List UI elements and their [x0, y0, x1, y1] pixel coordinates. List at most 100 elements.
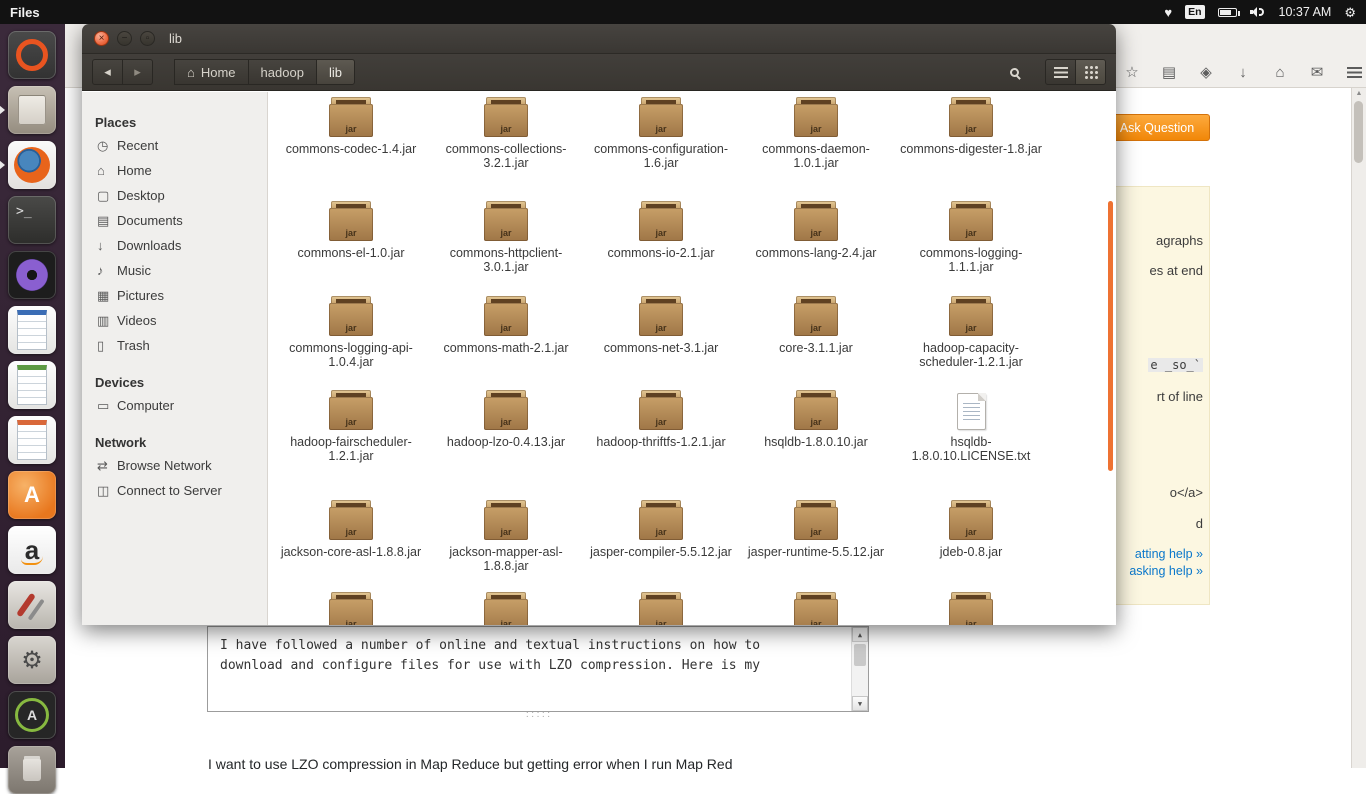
list-view-button[interactable]	[1045, 59, 1076, 85]
file-item[interactable]: jar	[276, 588, 426, 625]
help-text-fragment[interactable]: asking help »	[1129, 564, 1203, 578]
file-item[interactable]: jar commons-logging-1.1.1.jar	[896, 197, 1046, 292]
file-item[interactable]: jar hadoop-fairscheduler-1.2.1.jar	[276, 386, 426, 496]
battery-icon[interactable]	[1217, 7, 1240, 17]
launcher-libreoffice-impress[interactable]	[8, 416, 56, 464]
launcher-firefox[interactable]	[0, 141, 56, 189]
menu-icon[interactable]	[1342, 60, 1366, 84]
launcher-software-center[interactable]: A	[8, 471, 56, 519]
sidebar-item-videos[interactable]: ▥ Videos	[82, 308, 267, 333]
downloads-icon[interactable]: ↓	[1231, 60, 1255, 84]
file-label: jasper-compiler-5.5.12.jar	[590, 545, 732, 559]
sidebar-item-icon: ▯	[97, 337, 105, 353]
file-item[interactable]: jar	[431, 588, 581, 625]
sidebar-item-desktop[interactable]: ▢ Desktop	[82, 183, 267, 208]
sidebar-item-recent[interactable]: ◷ Recent	[82, 133, 267, 158]
overlay-scrollbar[interactable]	[1108, 201, 1113, 471]
back-button[interactable]: ◂	[92, 59, 123, 85]
minimize-button[interactable]: −	[117, 31, 132, 46]
file-item[interactable]: jar commons-el-1.0.jar	[276, 197, 426, 292]
textarea-scrollbar-thumb[interactable]	[854, 644, 866, 666]
launcher-libreoffice-calc[interactable]	[8, 361, 56, 409]
page-scrollbar-thumb[interactable]	[1354, 101, 1363, 163]
reading-list-icon[interactable]: ▤	[1157, 60, 1181, 84]
file-icon: jar	[329, 93, 373, 137]
file-item[interactable]: jar hsqldb-1.8.0.10.LICENSE.txt	[896, 386, 1046, 496]
file-item[interactable]: jar commons-digester-1.8.jar	[896, 93, 1046, 197]
search-button[interactable]	[999, 59, 1029, 85]
app-menu-files[interactable]: Files	[10, 5, 40, 20]
file-item[interactable]: jar	[896, 588, 1046, 625]
keyboard-layout-indicator[interactable]: En	[1185, 4, 1205, 20]
sidebar-item-documents[interactable]: ▤ Documents	[82, 208, 267, 233]
file-item[interactable]: jar jackson-core-asl-1.8.8.jar	[276, 496, 426, 588]
forward-button[interactable]: ▸	[122, 59, 153, 85]
breadcrumb-home[interactable]: ⌂ Home	[174, 59, 249, 85]
file-item[interactable]: jar hadoop-thriftfs-1.2.1.jar	[586, 386, 736, 496]
file-item[interactable]: jar commons-daemon-1.0.1.jar	[741, 93, 891, 197]
file-item[interactable]: jar hsqldb-1.8.0.10.jar	[741, 386, 891, 496]
file-item[interactable]: jar jackson-mapper-asl-1.8.8.jar	[431, 496, 581, 588]
sidebar-item-connect-to-server[interactable]: ◫ Connect to Server	[82, 478, 267, 503]
launcher-libreoffice-writer[interactable]	[8, 306, 56, 354]
sidebar-item-browse-network[interactable]: ⇄ Browse Network	[82, 453, 267, 478]
file-item[interactable]: jar hadoop-lzo-0.4.13.jar	[431, 386, 581, 496]
launcher-terminal[interactable]: >_	[8, 196, 56, 244]
sidebar-item-icon: ◷	[97, 137, 109, 153]
sidebar-item-computer[interactable]: ▭ Computer	[82, 393, 267, 418]
launcher-trash[interactable]	[8, 746, 56, 794]
file-item[interactable]: jar commons-collections-3.2.1.jar	[431, 93, 581, 197]
launcher-system-settings[interactable]: ⚙	[8, 636, 56, 684]
file-item[interactable]: jar commons-io-2.1.jar	[586, 197, 736, 292]
file-item[interactable]: jar core-3.1.1.jar	[741, 292, 891, 386]
question-body-textarea[interactable]: I have followed a number of online and t…	[207, 626, 869, 712]
sound-icon[interactable]	[1249, 6, 1266, 18]
home-icon[interactable]: ⌂	[1268, 60, 1292, 84]
file-item[interactable]: jar commons-math-2.1.jar	[431, 292, 581, 386]
file-item[interactable]: jar commons-logging-api-1.0.4.jar	[276, 292, 426, 386]
launcher-software-updater[interactable]: A	[8, 691, 56, 739]
page-scrollbar[interactable]: ▲	[1351, 88, 1366, 768]
launcher-amazon[interactable]: a	[8, 526, 56, 574]
launcher-dash-home[interactable]	[8, 31, 56, 79]
file-item[interactable]: jar commons-net-3.1.jar	[586, 292, 736, 386]
sync-indicator-icon[interactable]: ♥	[1164, 6, 1172, 19]
help-text-fragment[interactable]: atting help »	[1135, 547, 1203, 561]
launcher-files[interactable]	[0, 86, 56, 134]
sidebar-item-pictures[interactable]: ▦ Pictures	[82, 283, 267, 308]
file-item[interactable]: jar jasper-runtime-5.5.12.jar	[741, 496, 891, 588]
sidebar-item-trash[interactable]: ▯ Trash	[82, 333, 267, 358]
file-item[interactable]: jar commons-httpclient-3.0.1.jar	[431, 197, 581, 292]
launcher-tweak-tool[interactable]	[8, 581, 56, 629]
session-gear-icon[interactable]: ⚙	[1344, 6, 1356, 19]
bookmark-star-icon[interactable]: ☆	[1120, 60, 1144, 84]
sidebar-item-downloads[interactable]: ↓ Downloads	[82, 233, 267, 258]
scroll-down-button[interactable]: ▼	[852, 696, 868, 711]
file-item[interactable]: jar commons-configuration-1.6.jar	[586, 93, 736, 197]
launcher-media-player[interactable]	[8, 251, 56, 299]
breadcrumb-hadoop[interactable]: hadoop	[247, 59, 317, 85]
bookmarks-icon[interactable]: ◈	[1194, 60, 1218, 84]
maximize-button[interactable]: ▫	[140, 31, 155, 46]
file-item[interactable]: jar commons-codec-1.4.jar	[276, 93, 426, 197]
grid-view-button[interactable]	[1075, 59, 1106, 85]
messaging-icon[interactable]: ✉	[1305, 60, 1329, 84]
scroll-up-arrow-icon[interactable]: ▲	[1352, 90, 1366, 97]
launcher-glyph	[8, 141, 56, 189]
window-titlebar[interactable]: × − ▫ lib	[82, 24, 1116, 54]
file-item[interactable]: jar hadoop-capacity-scheduler-1.2.1.jar	[896, 292, 1046, 386]
sidebar-item-home[interactable]: ⌂ Home	[82, 158, 267, 183]
clock[interactable]: 10:37 AM	[1279, 5, 1332, 19]
textarea-scrollbar[interactable]: ▲ ▼	[851, 627, 868, 711]
textarea-resize-grip[interactable]: ····· ·····	[524, 708, 554, 722]
file-item[interactable]: jar jdeb-0.8.jar	[896, 496, 1046, 588]
sidebar-item-music[interactable]: ♪ Music	[82, 258, 267, 283]
breadcrumb-lib[interactable]: lib	[315, 59, 355, 85]
close-button[interactable]: ×	[94, 31, 109, 46]
file-item[interactable]: jar	[586, 588, 736, 625]
file-item[interactable]: jar commons-lang-2.4.jar	[741, 197, 891, 292]
scroll-up-button[interactable]: ▲	[852, 627, 868, 642]
file-item[interactable]: jar jasper-compiler-5.5.12.jar	[586, 496, 736, 588]
file-item[interactable]: jar	[741, 588, 891, 625]
ask-question-button[interactable]: Ask Question	[1104, 114, 1210, 141]
